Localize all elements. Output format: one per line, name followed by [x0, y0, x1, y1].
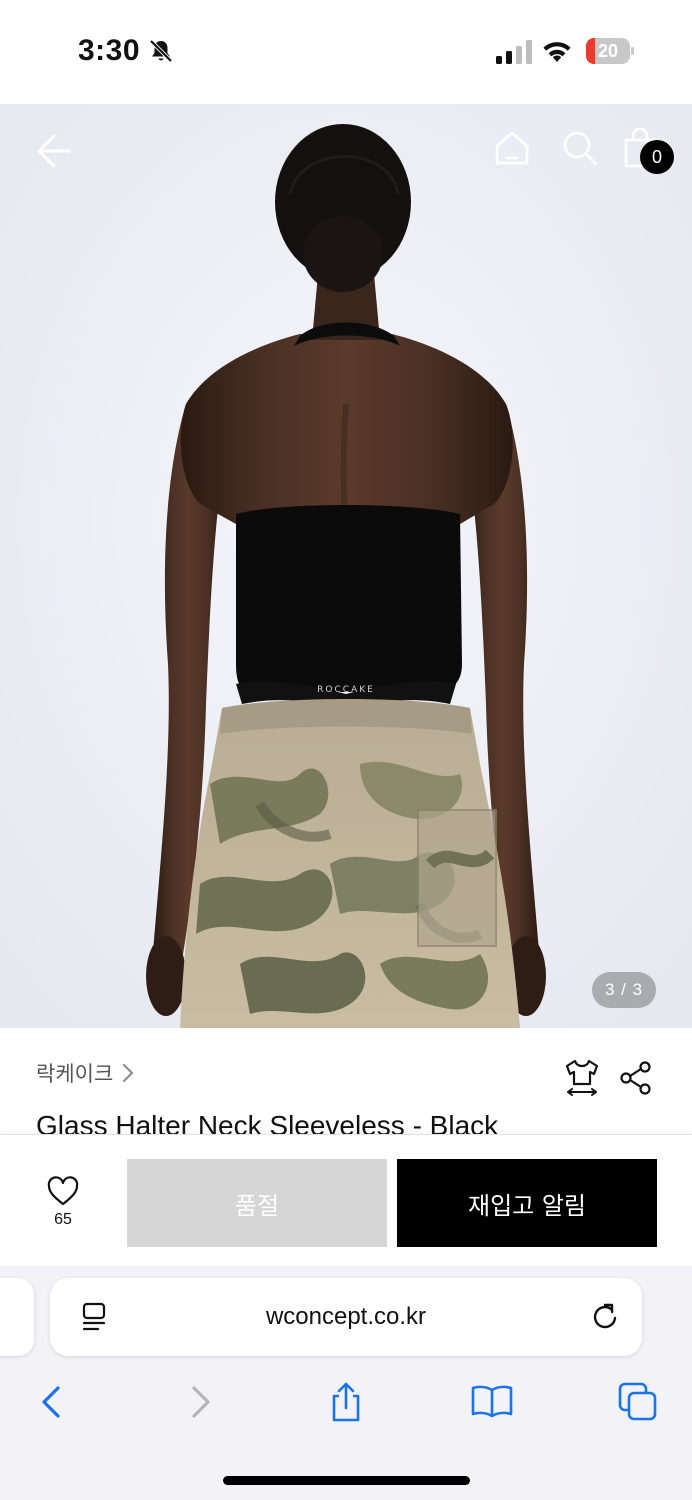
product-title: Glass Halter Neck Sleeveless - Black	[36, 1110, 499, 1134]
browser-nav-row	[0, 1374, 692, 1430]
heart-icon[interactable]	[46, 1175, 80, 1207]
reload-icon[interactable]	[590, 1302, 620, 1332]
share-icon[interactable]	[618, 1060, 654, 1096]
back-icon[interactable]	[30, 1380, 74, 1424]
cart-count-badge[interactable]: 0	[640, 140, 674, 174]
restock-alert-button[interactable]: 재입고 알림	[397, 1159, 657, 1247]
tabs-icon[interactable]	[616, 1380, 660, 1424]
like-button[interactable]: 65	[40, 1175, 86, 1229]
like-count: 65	[54, 1211, 72, 1228]
product-title-container: Glass Halter Neck Sleeveless - Black	[0, 1100, 692, 1134]
url-text[interactable]: wconcept.co.kr	[50, 1278, 642, 1356]
address-bar[interactable]: wconcept.co.kr	[50, 1278, 642, 1356]
cellular-signal-icon	[496, 40, 532, 64]
browser-toolbar: wconcept.co.kr	[0, 1266, 692, 1500]
home-icon[interactable]	[492, 128, 532, 168]
bookmarks-icon[interactable]	[470, 1380, 514, 1424]
waistband-logo: ROCCAKE	[317, 685, 375, 695]
chevron-right-icon	[123, 1064, 134, 1082]
battery-icon: 20	[586, 38, 634, 64]
battery-level: 20	[597, 41, 619, 61]
search-icon[interactable]	[560, 128, 600, 168]
forward-icon[interactable]	[178, 1380, 222, 1424]
size-guide-icon[interactable]	[564, 1058, 600, 1096]
product-photo: ROCCAKE	[0, 104, 692, 1028]
back-arrow-icon[interactable]	[32, 130, 74, 172]
wifi-icon	[543, 42, 571, 62]
image-counter: 3 / 3	[592, 972, 656, 1008]
status-time: 3:30	[78, 34, 141, 67]
bell-slash-icon	[149, 39, 173, 63]
brand-link[interactable]: 락케이크	[36, 1058, 135, 1088]
purchase-action-bar: 65 품절 재입고 알림	[0, 1134, 692, 1266]
previous-tab-card[interactable]	[0, 1278, 34, 1356]
share-icon[interactable]	[324, 1380, 368, 1424]
status-bar: 3:30 20	[0, 0, 692, 104]
brand-name: 락케이크	[36, 1062, 114, 1086]
home-indicator	[223, 1476, 470, 1485]
product-image-gallery[interactable]: ROCCAKE 0 3 / 3	[0, 104, 692, 1028]
soldout-button[interactable]: 품절	[127, 1159, 387, 1247]
